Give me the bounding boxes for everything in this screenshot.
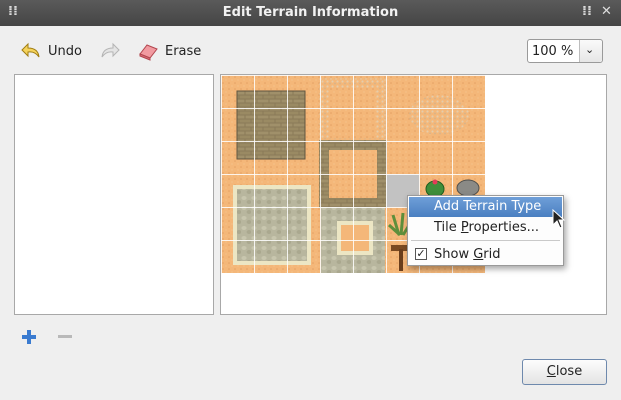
zoom-dropdown-button[interactable]: ⌄ [579, 40, 602, 62]
menu-item-show-grid[interactable]: ✓ Show Grid [409, 245, 562, 265]
redo-arrow-icon [101, 42, 120, 58]
menu-grip-icon[interactable]: ⁞⁞ [582, 5, 592, 19]
eraser-icon [139, 44, 158, 61]
terrain-list[interactable] [14, 74, 214, 315]
title-bar: ⁞⁞ Edit Terrain Information ⁞⁞ ✕ [0, 0, 621, 26]
menu-item-label: Add Terrain Type [434, 199, 542, 214]
redo-button[interactable] [99, 38, 121, 64]
menu-separator [411, 240, 560, 241]
menu-item-label: Show Grid [434, 247, 501, 262]
checkbox-checked-icon: ✓ [415, 247, 427, 260]
zoom-value: 100 % [532, 44, 574, 59]
undo-label: Undo [48, 43, 82, 59]
minus-icon [58, 335, 72, 338]
chevron-down-icon: ⌄ [585, 43, 595, 56]
window-title: Edit Terrain Information [222, 5, 399, 20]
menu-item-tile-properties[interactable]: Tile Properties... [409, 218, 562, 238]
mouse-cursor-icon [552, 209, 566, 229]
remove-terrain-button[interactable] [55, 327, 75, 347]
undo-button[interactable]: Undo [20, 38, 82, 64]
menu-item-label: Tile Properties... [434, 220, 540, 235]
close-icon[interactable]: ✕ [601, 5, 612, 19]
close-button[interactable]: Close [522, 359, 607, 385]
erase-label: Erase [165, 43, 202, 59]
undo-icon [21, 42, 40, 58]
zoom-combobox[interactable]: 100 % ⌄ [527, 39, 603, 63]
menu-item-add-terrain-type[interactable]: Add Terrain Type [409, 197, 562, 217]
plus-icon [22, 330, 36, 344]
add-terrain-button[interactable] [19, 327, 39, 347]
context-menu: Add Terrain Type Tile Properties... ✓ Sh… [407, 195, 564, 266]
erase-button[interactable]: Erase [137, 38, 201, 64]
